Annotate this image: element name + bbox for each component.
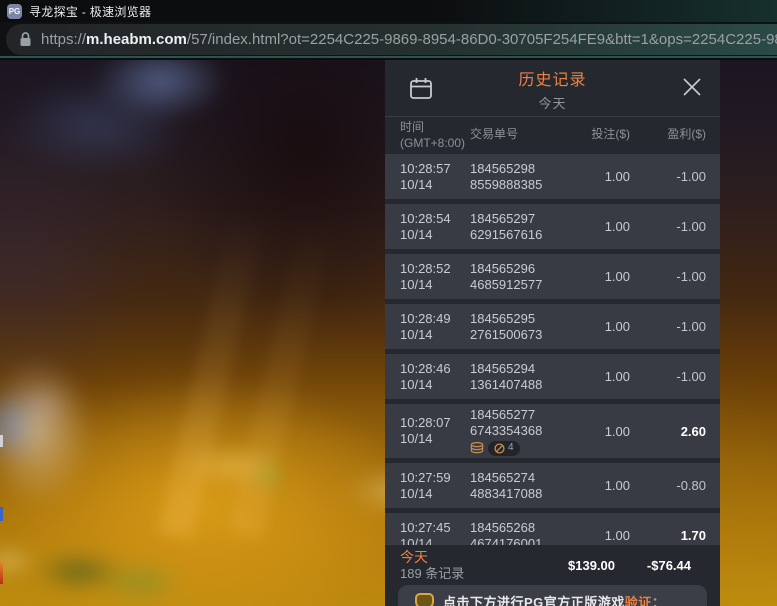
browser-titlebar: PG 寻龙探宝 - 极速浏览器: [0, 0, 777, 22]
column-bet: 投注($): [570, 127, 630, 142]
row-order-number: 1845652952761500673: [470, 311, 570, 343]
chevron-right-icon[interactable]: ›: [706, 477, 720, 494]
row-profit: -1.00: [630, 219, 706, 234]
row-bet: 1.00: [570, 269, 630, 284]
row-bet: 1.00: [570, 169, 630, 184]
panel-title-block: 历史记录 今天: [385, 66, 720, 112]
row-bet: 1.00: [570, 478, 630, 493]
row-bet: 1.00: [570, 219, 630, 234]
row-profit: -1.00: [630, 169, 706, 184]
table-row[interactable]: 10:28:5710/1418456529885598883851.00-1.0…: [385, 154, 720, 199]
window-title: 寻龙探宝 - 极速浏览器: [29, 3, 151, 20]
panel-title: 历史记录: [385, 66, 720, 90]
table-row[interactable]: 10:28:5410/1418456529762915676161.00-1.0…: [385, 204, 720, 249]
url-bar-container: https://m.heabm.com/57/index.html?ot=225…: [0, 22, 777, 58]
url-bar[interactable]: https://m.heabm.com/57/index.html?ot=225…: [6, 24, 777, 55]
column-order: 交易单号: [470, 127, 570, 142]
row-profit: 2.60: [630, 424, 706, 439]
coin-stack-icon: [470, 442, 484, 454]
row-order-number: 1845652964685912577: [470, 261, 570, 293]
verify-banner-text: 点击下方进行PG官方正版游戏验证：: [443, 592, 665, 606]
panel-subtitle: 今天: [385, 93, 720, 112]
row-order-number: 1845652941361407488: [470, 361, 570, 393]
column-time: 时间 (GMT+8:00): [400, 119, 470, 151]
summary-footer: 今天 189 条记录 $139.00 -$76.44: [385, 545, 720, 585]
row-time: 10:28:0710/14: [400, 415, 470, 447]
row-time: 10:28:4910/14: [400, 311, 470, 343]
row-time: 10:28:5210/14: [400, 261, 470, 293]
table-row[interactable]: 10:28:0710/14184565277674335436841.002.6…: [385, 404, 720, 458]
verify-link[interactable]: 验证: [625, 595, 652, 606]
summary-record-count: 189 条记录: [400, 566, 555, 582]
url-domain: m.heabm.com: [86, 31, 187, 48]
table-row[interactable]: 10:28:5210/1418456529646859125771.00-1.0…: [385, 254, 720, 299]
table-header: 时间 (GMT+8:00) 交易单号 投注($) 盈利($): [385, 117, 720, 152]
row-bet: 1.00: [570, 528, 630, 543]
edge-speck: [0, 562, 3, 584]
slash-circle-icon: [494, 443, 505, 454]
row-bet: 1.00: [570, 424, 630, 439]
chevron-right-icon[interactable]: ›: [706, 527, 720, 544]
gold-badge-icon: [415, 593, 434, 606]
row-time: 10:28:4610/14: [400, 361, 470, 393]
row-time: 10:27:5910/14: [400, 470, 470, 502]
url-path: /57/index.html?ot=2254C225-9869-8954-86D…: [187, 31, 777, 48]
chevron-right-icon[interactable]: ›: [706, 368, 720, 385]
pg-logo: PG: [7, 4, 22, 19]
history-panel-header: 历史记录 今天: [385, 60, 720, 117]
row-profit: 1.70: [630, 528, 706, 543]
close-button[interactable]: [680, 75, 704, 99]
row-bet: 1.00: [570, 369, 630, 384]
column-profit: 盈利($): [630, 127, 706, 142]
row-profit: -1.00: [630, 369, 706, 384]
row-order-number: 1845652744883417088: [470, 470, 570, 502]
browser-window: PG 寻龙探宝 - 极速浏览器 https://m.heabm.com/57/i…: [0, 0, 777, 606]
summary-total-bet: $139.00: [555, 558, 615, 573]
chevron-right-icon[interactable]: ›: [706, 268, 720, 285]
summary-day-label: 今天: [400, 549, 555, 566]
row-profit: -1.00: [630, 269, 706, 284]
row-time: 10:28:5710/14: [400, 161, 470, 193]
row-order-number: 1845652976291567616: [470, 211, 570, 243]
chevron-right-icon[interactable]: ›: [706, 318, 720, 335]
close-icon: [680, 75, 704, 99]
verify-banner[interactable]: 点击下方进行PG官方正版游戏验证：: [398, 585, 707, 606]
lock-icon: [19, 32, 32, 47]
row-order-number: 18456527767433543684: [470, 407, 570, 456]
table-row[interactable]: 10:28:4610/1418456529413614074881.00-1.0…: [385, 354, 720, 399]
chevron-right-icon[interactable]: ›: [706, 218, 720, 235]
row-order-number: 1845652988559888385: [470, 161, 570, 193]
chevron-right-icon[interactable]: ›: [706, 168, 720, 185]
url-text: https://m.heabm.com/57/index.html?ot=225…: [41, 31, 777, 48]
table-row[interactable]: 10:28:4910/1418456529527615006731.00-1.0…: [385, 304, 720, 349]
row-profit: -1.00: [630, 319, 706, 334]
url-scheme: https://: [41, 31, 86, 48]
row-profit: -0.80: [630, 478, 706, 493]
row-bet: 1.00: [570, 319, 630, 334]
edge-speck: [0, 435, 3, 447]
page-content: 历史记录 今天 时间 (GMT+8:00) 交易单号 投注($) 盈利($): [0, 60, 777, 606]
chevron-right-icon[interactable]: ›: [706, 423, 720, 440]
edge-speck: [0, 507, 3, 521]
summary-total-profit: -$76.44: [615, 558, 691, 573]
row-time: 10:28:5410/14: [400, 211, 470, 243]
history-panel: 历史记录 今天 时间 (GMT+8:00) 交易单号 投注($) 盈利($): [385, 60, 720, 606]
feature-badge: 4: [488, 441, 520, 456]
history-rows: 10:28:5710/1418456529885598883851.00-1.0…: [385, 154, 720, 606]
table-row[interactable]: 10:27:5910/1418456527448834170881.00-0.8…: [385, 463, 720, 508]
